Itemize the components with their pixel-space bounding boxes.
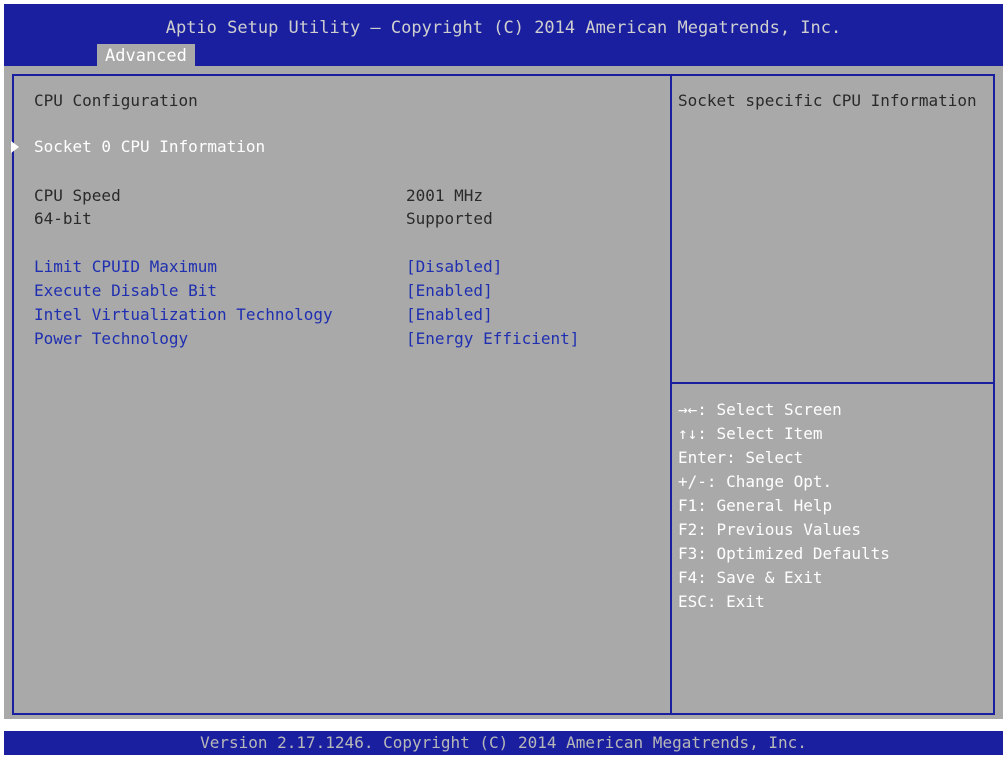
setting-execute-disable-bit-value[interactable]: [Enabled] [406, 280, 493, 302]
setting-limit-cpuid[interactable]: Limit CPUID Maximum [34, 256, 217, 278]
header-bar: Aptio Setup Utility – Copyright (C) 2014… [4, 4, 1003, 68]
app-title: Aptio Setup Utility – Copyright (C) 2014… [165, 18, 842, 38]
key-help-f3: F3: Optimized Defaults [678, 544, 890, 563]
submenu-socket-cpu-info[interactable]: Socket 0 CPU Information [34, 136, 265, 158]
help-description: Socket specific CPU Information [678, 91, 977, 110]
page-title: CPU Configuration [34, 91, 198, 110]
key-help-change-opt: +/-: Change Opt. [678, 472, 833, 491]
main-panel: CPU Configuration Socket 0 CPU Informati… [4, 66, 1003, 719]
setting-execute-disable-bit[interactable]: Execute Disable Bit [34, 280, 217, 302]
key-help-select-screen: →←: Select Screen [678, 400, 842, 419]
submenu-arrow-icon [11, 141, 19, 153]
key-help-esc: ESC: Exit [678, 592, 765, 611]
key-help-f4: F4: Save & Exit [678, 568, 823, 587]
setting-intel-vt[interactable]: Intel Virtualization Technology [34, 304, 333, 326]
setting-power-technology[interactable]: Power Technology [34, 328, 188, 350]
setting-intel-vt-value[interactable]: [Enabled] [406, 304, 493, 326]
info-value-cpu-speed: 2001 MHz [406, 186, 484, 205]
tab-advanced[interactable]: Advanced [97, 44, 195, 68]
footer-bar: Version 2.17.1246. Copyright (C) 2014 Am… [4, 731, 1003, 755]
info-label-cpu-speed: CPU Speed [34, 186, 121, 205]
content-frame [12, 74, 995, 715]
setting-power-technology-value[interactable]: [Energy Efficient] [406, 328, 579, 350]
help-divider [672, 382, 995, 384]
panel-divider [670, 74, 672, 715]
key-help-f1: F1: General Help [678, 496, 833, 515]
setting-limit-cpuid-value[interactable]: [Disabled] [406, 256, 502, 278]
version-text: Version 2.17.1246. Copyright (C) 2014 Am… [200, 733, 807, 752]
info-value-64bit: Supported [406, 209, 493, 228]
key-help-f2: F2: Previous Values [678, 520, 862, 539]
key-help-enter: Enter: Select [678, 448, 804, 467]
info-label-64bit: 64-bit [34, 209, 92, 228]
key-help-select-item: ↑↓: Select Item [678, 424, 823, 443]
